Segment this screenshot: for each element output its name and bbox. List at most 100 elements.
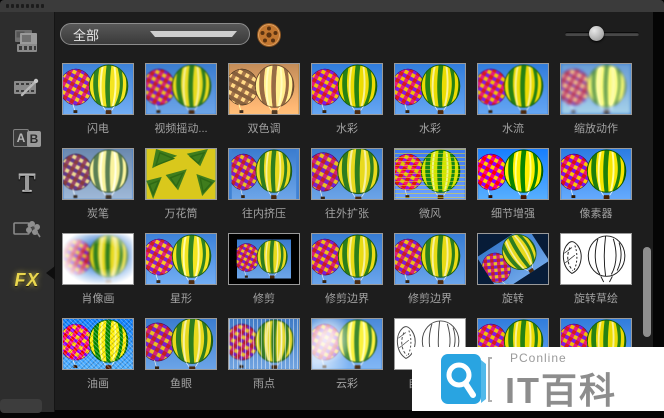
effect-item[interactable]: 鱼眼 xyxy=(145,318,217,403)
effect-label: 鱼眼 xyxy=(145,375,217,391)
film-reel-icon xyxy=(256,35,282,52)
effect-thumbnail xyxy=(228,63,300,115)
effect-thumbnail xyxy=(477,63,549,115)
effect-thumbnail xyxy=(311,63,383,115)
effect-thumbnail xyxy=(145,148,217,200)
effect-label: 云彩 xyxy=(311,375,383,391)
effect-item[interactable]: 万花筒 xyxy=(145,148,217,233)
effect-thumbnail xyxy=(62,318,134,370)
effect-item[interactable]: 闪电 xyxy=(62,63,134,148)
library-sidebar: AB T FX xyxy=(0,12,55,412)
effect-thumbnail xyxy=(560,233,632,285)
effect-item[interactable]: 旋转 xyxy=(477,233,549,318)
sidebar-item-instant-project[interactable] xyxy=(0,68,54,112)
effect-label: 万花筒 xyxy=(145,205,217,221)
watermark-book-magnifier-icon xyxy=(440,351,494,413)
effect-item[interactable]: 双色调 xyxy=(228,63,300,148)
effect-label: 旋转 xyxy=(477,290,549,306)
effect-thumbnail xyxy=(311,318,383,370)
effect-label: 细节增强 xyxy=(477,205,549,221)
watermark-name: IT百科 xyxy=(505,362,617,414)
effect-label: 炭笔 xyxy=(62,205,134,221)
effect-thumbnail xyxy=(394,63,466,115)
effect-label: 修剪边界 xyxy=(311,290,383,306)
effect-label: 往外扩张 xyxy=(311,205,383,221)
vertical-scrollbar[interactable] xyxy=(643,247,651,337)
effect-thumbnail xyxy=(477,233,549,285)
effect-thumbnail xyxy=(311,148,383,200)
effect-item[interactable]: 炭笔 xyxy=(62,148,134,233)
transition-ab-icon: AB xyxy=(13,129,41,147)
effect-thumbnail xyxy=(145,63,217,115)
gallery-filter-dropdown[interactable]: 全部 xyxy=(60,23,250,45)
sidebar-item-title[interactable]: T xyxy=(0,162,54,206)
effect-thumbnail xyxy=(145,318,217,370)
panel-grip[interactable] xyxy=(0,0,664,12)
app-window: AB T FX 全部 xyxy=(0,0,664,418)
effect-item[interactable]: 星形 xyxy=(145,233,217,318)
effect-thumbnail xyxy=(228,233,300,285)
sidebar-item-transition[interactable]: AB xyxy=(0,116,54,160)
effect-item[interactable]: 云彩 xyxy=(311,318,383,403)
effect-thumbnail xyxy=(311,233,383,285)
fx-filter-icon: FX xyxy=(14,270,39,291)
effect-thumbnail xyxy=(560,148,632,200)
effect-label: 油画 xyxy=(62,375,134,391)
effect-label: 闪电 xyxy=(62,120,134,136)
effect-thumbnail xyxy=(62,148,134,200)
effect-label: 修剪 xyxy=(228,290,300,306)
effect-label: 水流 xyxy=(477,120,549,136)
effect-item[interactable]: 视频摇动... xyxy=(145,63,217,148)
thumbnail-size-slider[interactable] xyxy=(565,25,641,43)
effect-label: 修剪边界 xyxy=(394,290,466,306)
effect-item[interactable]: 缩放动作 xyxy=(560,63,632,148)
effect-item[interactable]: 雨点 xyxy=(228,318,300,403)
effect-label: 缩放动作 xyxy=(560,120,632,136)
effect-item[interactable]: 修剪边界 xyxy=(394,233,466,318)
watermark: PConline IT百科 xyxy=(412,347,664,411)
effect-thumbnail xyxy=(477,148,549,200)
chevron-down-icon xyxy=(150,31,237,37)
media-library-icon xyxy=(13,28,41,59)
effect-item[interactable]: 微风 xyxy=(394,148,466,233)
effect-label: 星形 xyxy=(145,290,217,306)
effect-label: 视频摇动... xyxy=(145,120,217,136)
effect-label: 像素器 xyxy=(560,205,632,221)
effect-item[interactable]: 往外扩张 xyxy=(311,148,383,233)
effect-label: 水彩 xyxy=(394,120,466,136)
effect-item[interactable]: 水彩 xyxy=(394,63,466,148)
effect-item[interactable]: 修剪 xyxy=(228,233,300,318)
effect-label: 往内挤压 xyxy=(228,205,300,221)
effect-item[interactable]: 水流 xyxy=(477,63,549,148)
effect-thumbnail xyxy=(228,318,300,370)
sidebar-item-graphics[interactable] xyxy=(0,208,54,252)
effect-label: 肖像画 xyxy=(62,290,134,306)
effect-item[interactable]: 旋转草绘 xyxy=(560,233,632,318)
effect-thumbnail xyxy=(394,233,466,285)
sidebar-item-media[interactable] xyxy=(0,21,54,65)
instant-project-icon xyxy=(12,75,42,106)
effect-thumbnail xyxy=(228,148,300,200)
graphics-icon xyxy=(12,216,42,245)
effect-item[interactable]: 油画 xyxy=(62,318,134,403)
panel-corner xyxy=(0,399,42,413)
effect-label: 旋转草绘 xyxy=(560,290,632,306)
gallery-filter-value: 全部 xyxy=(73,25,150,44)
effect-label: 水彩 xyxy=(311,120,383,136)
effect-item[interactable]: 像素器 xyxy=(560,148,632,233)
active-item-notch xyxy=(46,266,55,280)
effect-item[interactable]: 修剪边界 xyxy=(311,233,383,318)
effect-label: 双色调 xyxy=(228,120,300,136)
effect-item[interactable]: 细节增强 xyxy=(477,148,549,233)
effect-label: 微风 xyxy=(394,205,466,221)
effect-thumbnail xyxy=(145,233,217,285)
effect-thumbnail xyxy=(62,233,134,285)
effect-item[interactable]: 肖像画 xyxy=(62,233,134,318)
library-menu-button[interactable] xyxy=(256,22,282,48)
effect-item[interactable]: 往内挤压 xyxy=(228,148,300,233)
effect-label: 雨点 xyxy=(228,375,300,391)
effect-item[interactable]: 水彩 xyxy=(311,63,383,148)
title-t-icon: T xyxy=(18,169,35,199)
sidebar-item-filter[interactable]: FX xyxy=(0,258,54,302)
slider-knob[interactable] xyxy=(589,26,604,41)
